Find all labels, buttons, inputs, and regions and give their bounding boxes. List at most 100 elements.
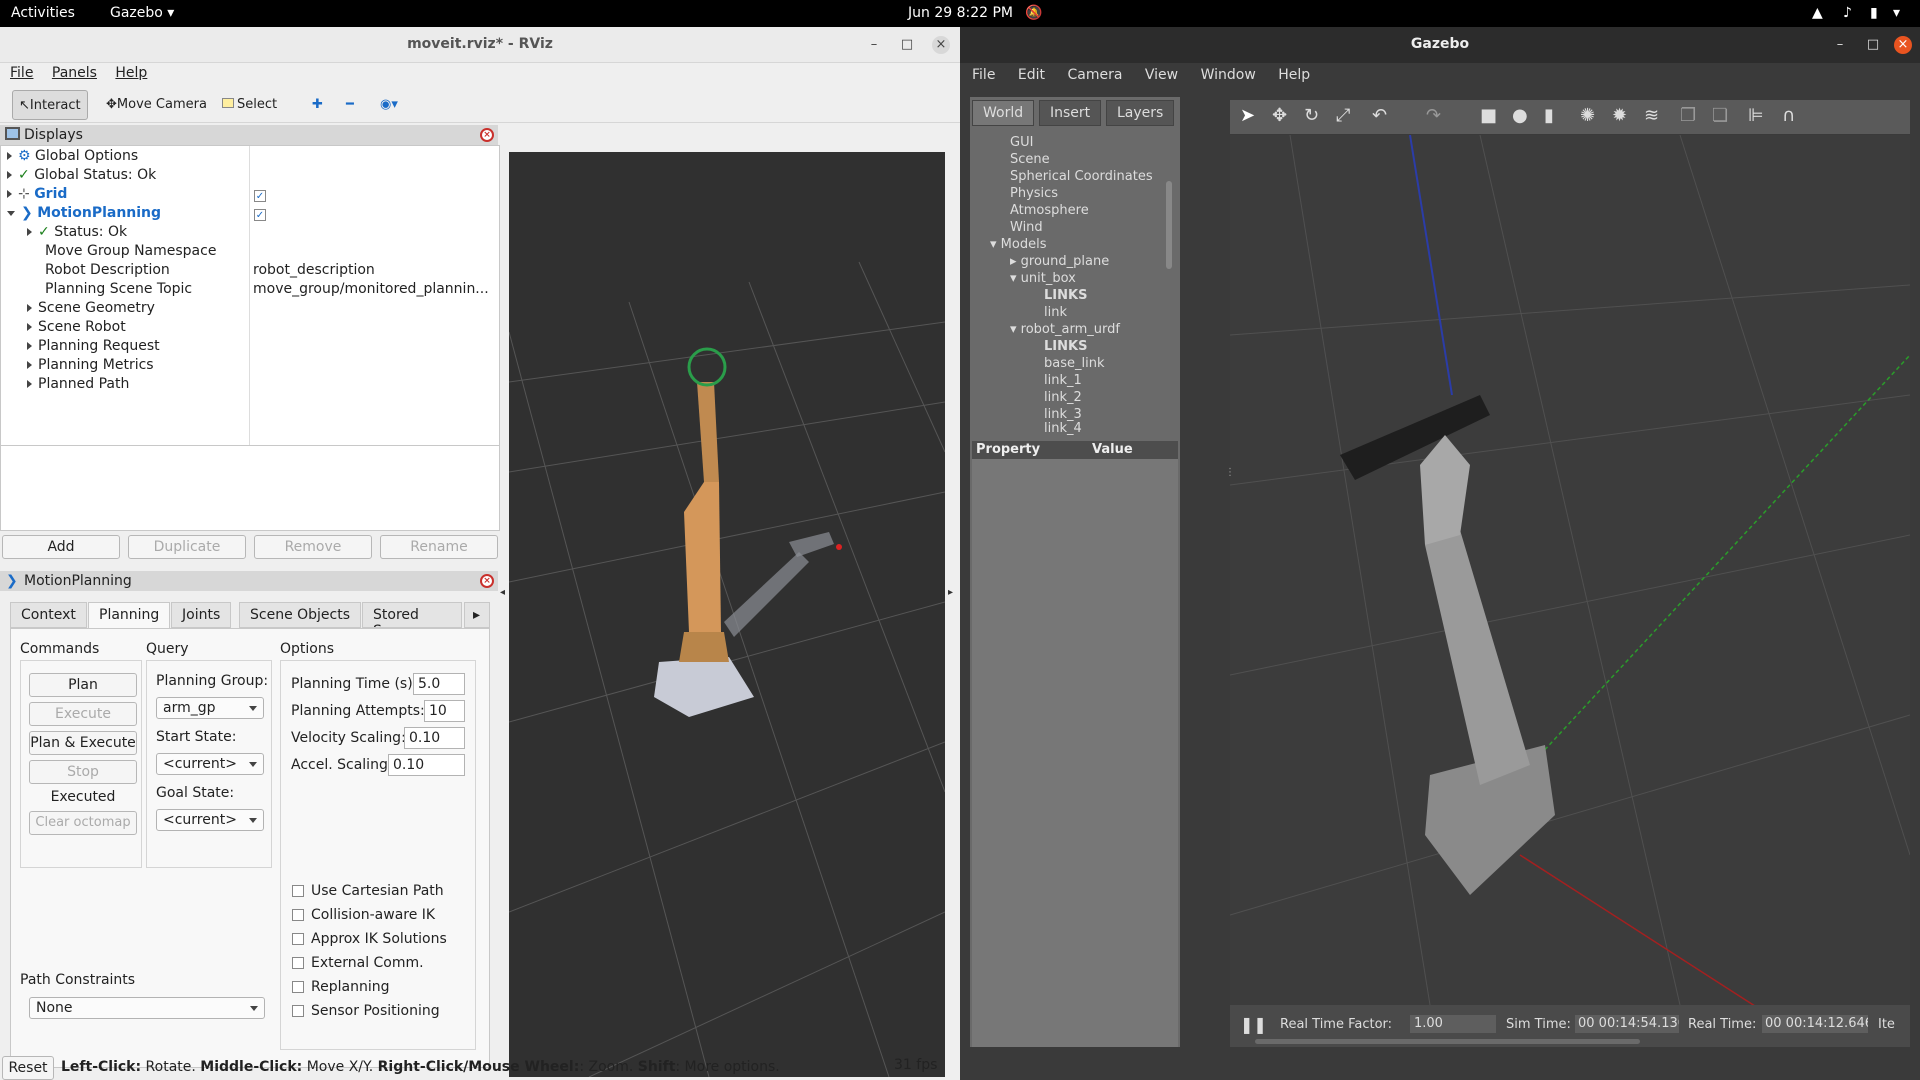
rename-display-button[interactable]: Rename [380, 535, 498, 559]
clock[interactable]: Jun 29 8:22 PM [908, 5, 1013, 21]
scale-mode-icon[interactable]: ⤢ [1336, 105, 1350, 126]
tree-robot-arm-urdf[interactable]: ▾ robot_arm_urdf [1010, 322, 1120, 337]
tab-insert[interactable]: Insert [1039, 100, 1102, 126]
sphere-shape-icon[interactable]: ● [1512, 105, 1528, 126]
gazebo-3d-viewport[interactable] [1230, 135, 1910, 1005]
start-state-select[interactable]: <current> [156, 753, 264, 775]
planning-group-select[interactable]: arm_gp [156, 697, 264, 719]
robot-arm-link[interactable] [1425, 530, 1530, 785]
reset-button[interactable]: Reset [2, 1056, 54, 1080]
cartesian-path-checkbox[interactable] [292, 885, 304, 897]
tree-models[interactable]: ▾ Models [990, 237, 1046, 252]
select-button[interactable]: Select [216, 90, 283, 120]
bottom-scrollbar[interactable] [1255, 1039, 1640, 1044]
plan-button[interactable]: Plan [29, 673, 137, 697]
planning-scene-topic-value[interactable]: move_group/monitored_plannin... [253, 281, 489, 300]
tree-unit-box[interactable]: ▾ unit_box [1010, 271, 1076, 286]
maximize-icon[interactable]: □ [1864, 36, 1882, 54]
rotate-mode-icon[interactable]: ↻ [1304, 105, 1319, 126]
select-mode-icon[interactable]: ➤ [1240, 105, 1255, 126]
system-menu-chevron-icon[interactable]: ▾ [1893, 5, 1900, 21]
tree-item-robot-description[interactable]: Robot Description [45, 262, 170, 281]
add-display-button[interactable]: Add [2, 535, 120, 559]
battery-icon[interactable]: ▮ [1870, 5, 1878, 21]
planning-attempts-input[interactable]: 10 [424, 700, 465, 722]
tab-stored-scenes[interactable]: Stored Scene [362, 602, 462, 628]
point-light-icon[interactable]: ✺ [1580, 105, 1595, 126]
copy-icon[interactable]: ❐ [1680, 105, 1696, 126]
gz-menu-window[interactable]: Window [1201, 67, 1256, 83]
app-menu[interactable]: Gazebo ▾ [110, 5, 174, 21]
tree-item-global-options[interactable]: ⚙ Global Options [7, 148, 138, 167]
gz-menu-help[interactable]: Help [1278, 67, 1310, 83]
path-constraints-select[interactable]: None [29, 997, 265, 1019]
close-icon[interactable]: × [932, 36, 950, 54]
tree-link-1[interactable]: link_1 [1044, 373, 1082, 388]
tab-joints[interactable]: Joints [171, 602, 232, 628]
align-icon[interactable]: ⊫ [1748, 105, 1764, 126]
clear-octomap-button[interactable]: Clear octomap [29, 811, 137, 835]
accel-scaling-input[interactable]: 0.10 [388, 754, 465, 776]
tab-scene-objects[interactable]: Scene Objects [239, 602, 362, 628]
tab-scroll-right-icon[interactable]: ▸ [464, 602, 490, 628]
tree-atmosphere[interactable]: Atmosphere [1010, 203, 1089, 218]
translate-mode-icon[interactable]: ✥ [1272, 105, 1287, 126]
tab-world[interactable]: World [972, 100, 1035, 126]
robot-description-value[interactable]: robot_description [253, 262, 375, 281]
velocity-scaling-input[interactable]: 0.10 [404, 727, 465, 749]
tree-link-3[interactable]: link_3 [1044, 407, 1082, 422]
close-panel-icon[interactable]: × [480, 574, 494, 588]
close-panel-icon[interactable]: × [480, 128, 494, 142]
tab-layers[interactable]: Layers [1106, 100, 1175, 126]
plan-and-execute-button[interactable]: Plan & Execute [29, 731, 137, 755]
activities-button[interactable]: Activities [11, 5, 75, 21]
tree-gui[interactable]: GUI [1010, 135, 1033, 150]
close-icon[interactable]: × [1894, 36, 1912, 54]
paste-icon[interactable]: ❏ [1712, 105, 1728, 126]
duplicate-display-button[interactable]: Duplicate [128, 535, 246, 559]
planning-time-input[interactable]: 5.0 [413, 673, 465, 695]
menu-help[interactable]: Help [115, 65, 147, 81]
remove-display-button[interactable]: Remove [254, 535, 372, 559]
tree-item-status[interactable]: ✓ Status: Ok [27, 224, 127, 243]
motionplanning-enabled-checkbox[interactable]: ✓ [254, 206, 266, 225]
robot-arm-gripper[interactable] [1420, 435, 1470, 545]
wifi-icon[interactable]: ▲ [1812, 5, 1823, 21]
maximize-icon[interactable]: □ [898, 36, 916, 54]
tree-item-move-group-namespace[interactable]: Move Group Namespace [45, 243, 216, 262]
directional-light-icon[interactable]: ≋ [1644, 105, 1659, 126]
tree-item-planning-metrics[interactable]: Planning Metrics [27, 357, 154, 376]
tree-spherical-coordinates[interactable]: Spherical Coordinates [1010, 169, 1153, 184]
tree-item-planned-path[interactable]: Planned Path [27, 376, 129, 395]
approx-ik-checkbox[interactable] [292, 933, 304, 945]
interact-button[interactable]: ↖Interact [12, 90, 88, 120]
menu-file[interactable]: File [10, 65, 33, 81]
execute-button[interactable]: Execute [29, 702, 137, 726]
minimize-icon[interactable]: – [865, 36, 883, 54]
tree-item-planning-scene-topic[interactable]: Planning Scene Topic [45, 281, 192, 300]
tree-link-2[interactable]: link_2 [1044, 390, 1082, 405]
redo-icon[interactable]: ↷ [1426, 105, 1441, 126]
tab-planning[interactable]: Planning [88, 602, 171, 628]
tree-wind[interactable]: Wind [1010, 220, 1043, 235]
tree-link-4[interactable]: link_4 [1044, 421, 1082, 436]
tree-item-planning-request[interactable]: Planning Request [27, 338, 160, 357]
undo-icon[interactable]: ↶ [1372, 105, 1387, 126]
splitter-handle-icon[interactable]: ⋮ [1225, 467, 1235, 478]
minimize-icon[interactable]: – [1831, 36, 1849, 54]
menu-panels[interactable]: Panels [52, 65, 97, 81]
replanning-checkbox[interactable] [292, 981, 304, 993]
move-camera-button[interactable]: ✥Move Camera [100, 90, 213, 120]
snap-icon[interactable]: ∩ [1782, 105, 1795, 126]
collapse-right-icon[interactable]: ▸ [948, 587, 953, 598]
tree-scrollbar[interactable] [1166, 181, 1172, 269]
collapse-left-icon[interactable]: ◂ [500, 587, 505, 598]
tab-context[interactable]: Context [10, 602, 87, 628]
pause-icon[interactable]: ❚❚ [1240, 1015, 1267, 1034]
tree-physics[interactable]: Physics [1010, 186, 1058, 201]
tree-ground-plane[interactable]: ▸ ground_plane [1010, 254, 1109, 269]
collision-aware-ik-checkbox[interactable] [292, 909, 304, 921]
gz-menu-edit[interactable]: Edit [1018, 67, 1045, 83]
tree-item-scene-robot[interactable]: Scene Robot [27, 319, 126, 338]
gz-menu-file[interactable]: File [972, 67, 995, 83]
